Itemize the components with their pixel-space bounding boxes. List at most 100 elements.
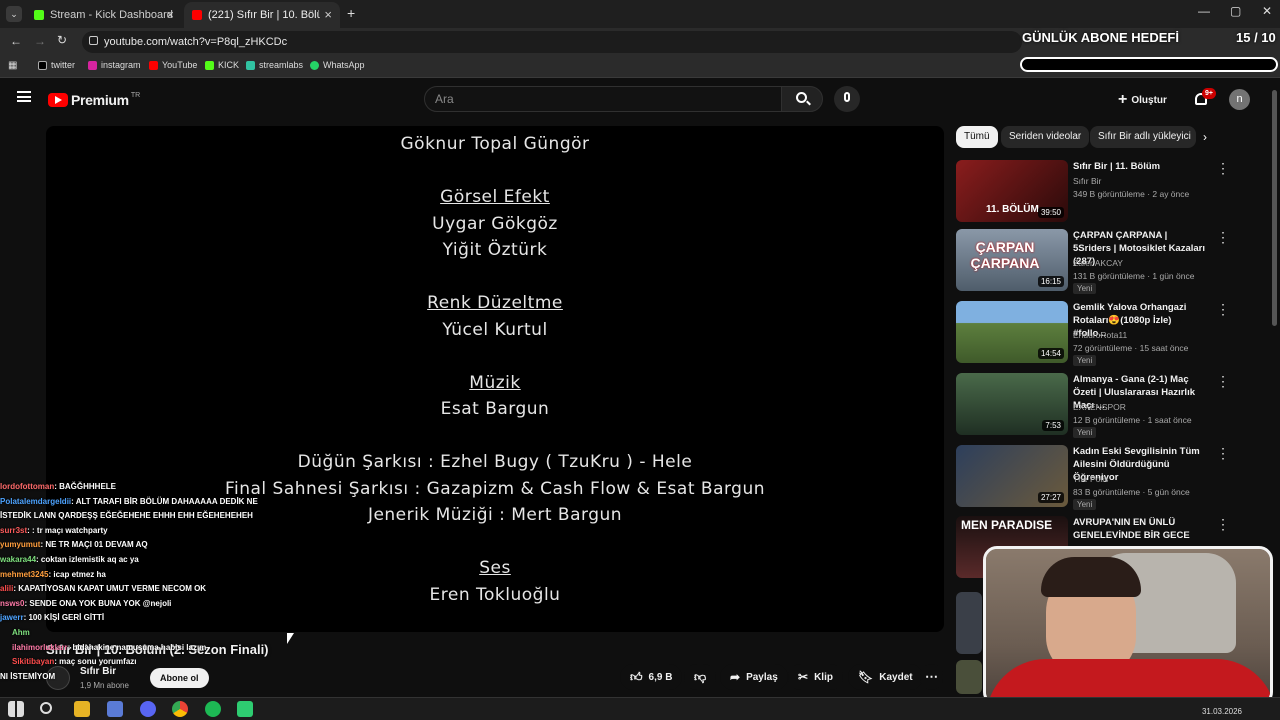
taskbar-clock: 31.03.2026 [1201, 707, 1242, 716]
clip-label: Klip [814, 671, 833, 683]
youtube-icon [192, 10, 202, 20]
chip-uploader[interactable]: Sıfır Bir adlı yükleyici [1090, 126, 1196, 148]
tab-kick-dashboard[interactable]: Stream - Kick Dashboard × [26, 2, 182, 28]
thumbs-down-icon: 👎︎ [694, 669, 707, 684]
more-options-icon[interactable]: ⋮ [1216, 301, 1230, 318]
more-options-icon[interactable]: ⋮ [1216, 516, 1230, 533]
tab-search-icon[interactable]: ⌄ [6, 6, 22, 22]
page-scrollbar[interactable] [1272, 90, 1277, 326]
save-button[interactable]: 🔖︎ Kaydet [848, 664, 923, 690]
search-icon[interactable] [40, 702, 52, 714]
bookmark-label: YouTube [162, 60, 198, 70]
logo-text: Premium [71, 92, 129, 108]
bookmark-instagram[interactable]: instagram [88, 60, 141, 70]
chip-series[interactable]: Seriden videolar [1001, 126, 1090, 148]
create-button[interactable]: + Oluştur [1118, 88, 1167, 112]
avatar[interactable]: n [1229, 89, 1250, 110]
channel-name[interactable]: The Polis [1073, 474, 1108, 484]
chip-all[interactable]: Tümü [956, 126, 998, 148]
chrome-icon[interactable] [172, 701, 188, 717]
clip-button[interactable]: ✂ Klip [788, 664, 843, 690]
bookmark-whatsapp[interactable]: WhatsApp [310, 60, 365, 70]
channel-name[interactable]: Sıfır Bir [1073, 176, 1101, 186]
file-explorer-icon[interactable] [74, 701, 90, 717]
spotify-icon[interactable] [205, 701, 221, 717]
credit-line: Düğün Şarkısı : Ezhel Bugy ( TzuKru ) - … [297, 452, 693, 472]
chat-text: : SENDE ONA YOK BUNA YOK @nejoli [24, 598, 172, 608]
more-options-icon[interactable]: ⋮ [1216, 229, 1230, 246]
chat-username: nsws0 [0, 598, 25, 608]
app-icon[interactable] [107, 701, 123, 717]
chat-message: Sikitibayan: maç sonu yorumfazı [0, 655, 280, 670]
maximize-icon[interactable]: ▢ [1230, 4, 1241, 18]
recommendation-thumbnail-partial[interactable] [956, 592, 982, 654]
like-button[interactable]: 👍︎ 6,9 B [620, 664, 683, 690]
search-button[interactable] [781, 86, 823, 112]
chat-text: : bidahakine namusuma habisi lazım [67, 642, 207, 652]
dislike-button[interactable]: 👎︎ [684, 664, 717, 690]
video-title[interactable]: Sıfır Bir | 11. Bölüm [1073, 160, 1207, 173]
mic-button[interactable] [834, 86, 860, 112]
tab-title: (221) Sıfır Bir | 10. Bölüm (2. Se... [208, 9, 320, 21]
video-title[interactable]: AVRUPA'NIN EN ÜNLÜ GENELEVİNDE BİR GECE [1073, 516, 1207, 542]
stream-chat-overlay: lordofottoman: BAĞĞHHHELE Polatalemdarge… [0, 480, 280, 705]
chat-text: : maç sonu yorumfazı [54, 657, 137, 667]
recommendation-item[interactable]: ÇARPAN ÇARPANA 16:15 ÇARPAN ÇARPANA | 5S… [956, 229, 1256, 294]
menu-icon[interactable] [17, 91, 31, 102]
more-options-icon[interactable]: ⋮ [1216, 445, 1230, 462]
recommendation-item[interactable]: 11. BÖLÜM 39:50 Sıfır Bir | 11. Bölüm Sı… [956, 160, 1256, 224]
share-icon: ➦ [730, 670, 741, 684]
video-thumbnail[interactable]: 14:54 [956, 301, 1068, 363]
video-thumbnail[interactable]: ÇARPAN ÇARPANA 16:15 [956, 229, 1068, 291]
channel-name[interactable]: Zafer AKCAY [1073, 258, 1123, 268]
bookmark-label: twitter [51, 60, 76, 70]
bookmark-streamlabs[interactable]: streamlabs [246, 60, 303, 70]
more-options-icon[interactable]: ⋮ [1216, 373, 1230, 390]
whatsapp-icon [310, 60, 319, 70]
bookmark-twitter[interactable]: twitter [38, 60, 75, 70]
channel-name[interactable]: EnduroRota11 [1073, 330, 1127, 340]
more-actions-button[interactable]: ⋯ [920, 664, 943, 690]
chat-message: NI İSTEMİYOM [0, 670, 280, 685]
close-icon[interactable]: × [324, 7, 332, 22]
recommendation-item[interactable]: 14:54 Gemlik Yalova Orhangazi Rotaları😍(… [956, 301, 1256, 366]
chat-username: ilahimorluklarr [12, 642, 68, 652]
credit-line: Yiğit Öztürk [442, 240, 548, 260]
thumbs-up-icon: 👍︎ [630, 669, 643, 684]
notifications-button[interactable]: 9+ [1192, 88, 1216, 110]
more-options-icon[interactable]: ⋮ [1216, 160, 1230, 177]
windows-taskbar: 31.03.2026 [0, 697, 1280, 720]
reload-icon[interactable]: ↻ [57, 33, 67, 47]
forward-icon[interactable]: → [34, 34, 46, 48]
recommendation-item[interactable]: 7:53 Almanya - Gana (2-1) Maç Özeti | Ul… [956, 373, 1256, 438]
bookmark-youtube[interactable]: YouTube [149, 60, 197, 70]
minimize-icon[interactable]: — [1198, 4, 1210, 18]
tab-youtube-video[interactable]: (221) Sıfır Bir | 10. Bölüm (2. Se... × [184, 2, 340, 28]
youtube-logo[interactable]: Premium TR [48, 92, 140, 108]
kick-icon [205, 60, 214, 70]
back-icon[interactable]: ← [10, 34, 22, 48]
recommendation-thumbnail-partial[interactable] [956, 660, 982, 694]
site-info-icon[interactable] [89, 36, 98, 45]
close-icon[interactable]: × [166, 7, 174, 22]
new-tab-button[interactable]: + [347, 5, 355, 21]
channel-name[interactable]: EXXENSPOR [1073, 402, 1126, 412]
recommendation-item[interactable]: 27:27 Kadın Eski Sevgilisinin Tüm Ailesi… [956, 445, 1256, 510]
apps-grid-icon[interactable]: ▦ [8, 60, 17, 71]
app-icon[interactable] [237, 701, 253, 717]
url-field[interactable]: youtube.com/watch?v=P8ql_zHKCDc [82, 31, 1022, 53]
share-button[interactable]: ➦ Paylaş [720, 664, 788, 690]
video-thumbnail[interactable]: 7:53 [956, 373, 1068, 435]
bookmark-kick[interactable]: KICK [205, 60, 239, 70]
chevron-right-icon[interactable]: › [1203, 130, 1207, 144]
chat-message: yumyumut: NE TR MAÇI 01 DEVAM AQ [0, 538, 280, 553]
windows-start-icon[interactable] [8, 701, 24, 717]
search-input[interactable]: Ara [424, 86, 782, 112]
video-thumbnail[interactable]: 11. BÖLÜM 39:50 [956, 160, 1068, 222]
chat-text: NI İSTEMİYOM [0, 671, 56, 681]
window-close-icon[interactable]: ✕ [1262, 4, 1272, 18]
video-duration: 16:15 [1037, 276, 1064, 287]
video-thumbnail[interactable]: 27:27 [956, 445, 1068, 507]
video-meta: 72 görüntüleme · 15 saat önce [1073, 343, 1189, 353]
discord-icon[interactable] [140, 701, 156, 717]
